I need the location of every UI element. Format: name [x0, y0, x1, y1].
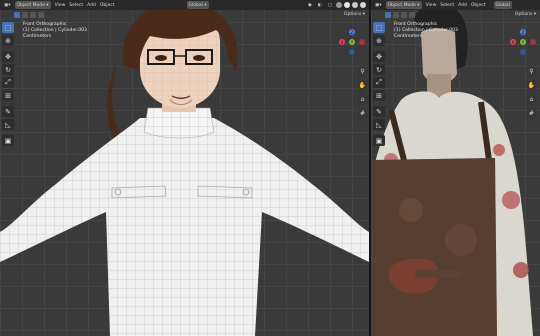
rotate-icon[interactable]: ↻	[2, 64, 14, 75]
axis-z-icon[interactable]: Z	[520, 29, 526, 35]
zoom-icon[interactable]: ⚲	[526, 66, 537, 77]
transform-icon[interactable]: ⊞	[2, 90, 14, 101]
select-mode-subtract-icon[interactable]	[401, 12, 407, 18]
menu-select[interactable]: Select	[69, 3, 83, 8]
select-box-icon[interactable]: ⬚	[2, 22, 14, 33]
mode-label: Object Mode	[16, 2, 45, 8]
camera-icon[interactable]: ⌂	[526, 94, 537, 105]
navigation-gizmo[interactable]: Z X Y	[510, 29, 536, 55]
wireframe-shading-icon[interactable]	[336, 2, 342, 8]
menu-select[interactable]: Select	[440, 3, 454, 8]
annotate-icon[interactable]: ✎	[2, 106, 14, 117]
hand-icon[interactable]: ✋	[526, 80, 537, 91]
select-mode-extend-icon[interactable]	[393, 12, 399, 18]
move-icon[interactable]: ✥	[373, 51, 385, 62]
select-mode-invert-icon[interactable]	[409, 12, 415, 18]
options-label: Options	[514, 12, 533, 17]
right-3d-viewport[interactable]: ▣▾ Object Mode ▾ View Select Add Object …	[371, 0, 540, 336]
navigation-gizmo[interactable]: Z X Y	[339, 29, 365, 55]
select-mode-extend-icon[interactable]	[22, 12, 28, 18]
transform-icon[interactable]: ⊞	[373, 90, 385, 101]
scale-icon[interactable]: ⤢	[2, 77, 14, 88]
viewport-info-text: Front Orthographic (1) Collection | Cyli…	[23, 22, 87, 40]
options-label: Options	[343, 12, 362, 17]
transform-orientation-dropdown[interactable]: Global ▾	[186, 1, 209, 9]
solid-shading-icon[interactable]	[344, 2, 350, 8]
move-icon[interactable]: ✥	[2, 51, 14, 62]
axis-z-icon[interactable]: Z	[349, 29, 355, 35]
scene-units: Centimeters	[394, 34, 423, 39]
annotate-icon[interactable]: ✎	[373, 106, 385, 117]
character-model-mesh[interactable]	[0, 0, 369, 336]
menu-view[interactable]: View	[55, 3, 66, 8]
axis-neg-z-icon[interactable]	[520, 49, 526, 55]
axis-x-icon[interactable]: X	[510, 39, 516, 45]
tool-settings-row	[14, 11, 44, 19]
select-mode-icon[interactable]	[385, 12, 391, 18]
menu-object[interactable]: Object	[100, 3, 115, 8]
transform-label: Global	[495, 2, 510, 8]
scale-icon[interactable]: ⤢	[373, 77, 385, 88]
measure-icon[interactable]: ◺	[2, 119, 14, 130]
axis-x-icon[interactable]: X	[339, 39, 345, 45]
menu-object[interactable]: Object	[471, 3, 486, 8]
select-mode-subtract-icon[interactable]	[30, 12, 36, 18]
menu-view[interactable]: View	[426, 3, 437, 8]
rendered-shading-icon[interactable]	[360, 2, 366, 8]
material-shading-icon[interactable]	[352, 2, 358, 8]
menu-add[interactable]: Add	[458, 3, 467, 8]
rotate-icon[interactable]: ↻	[373, 64, 385, 75]
options-dropdown[interactable]: Options ▾	[515, 12, 536, 17]
options-dropdown[interactable]: Options ▾	[344, 12, 365, 17]
tool-shelf: ⬚ ⊕ ✥ ↻ ⤢ ⊞ ✎ ◺ ▣	[2, 22, 16, 146]
cursor-icon[interactable]: ⊕	[373, 35, 385, 46]
menu-add[interactable]: Add	[87, 3, 96, 8]
select-box-icon[interactable]: ⬚	[373, 22, 385, 33]
scene-units: Centimeters	[23, 34, 52, 39]
navigation-buttons: ⚲ ✋ ⌂ #	[357, 66, 369, 119]
tool-settings-row	[385, 11, 415, 19]
viewport-info-text: Front Orthographic (1) Collection | Cyli…	[394, 22, 458, 40]
blender-window: ▣▾ Object Mode ▾ View Select Add Object …	[0, 0, 540, 336]
viewport-header: ▣▾ Object Mode ▾ View Select Add Object …	[371, 0, 540, 10]
zoom-icon[interactable]: ⚲	[357, 66, 368, 77]
editor-type-icon[interactable]: ▣▾	[373, 1, 384, 9]
header-right-group: ◉ ◐ ▢	[304, 0, 369, 10]
camera-icon[interactable]: ⌂	[357, 94, 368, 105]
viewport-header: ▣▾ Object Mode ▾ View Select Add Object …	[0, 0, 369, 10]
tool-shelf: ⬚ ⊕ ✥ ↻ ⤢ ⊞ ✎ ◺ ▣	[373, 22, 387, 146]
axis-y-icon[interactable]: Y	[349, 39, 355, 45]
select-mode-invert-icon[interactable]	[38, 12, 44, 18]
xray-icon[interactable]: ▢	[326, 1, 334, 9]
cursor-icon[interactable]: ⊕	[2, 35, 14, 46]
navigation-buttons: ⚲ ✋ ⌂ #	[526, 66, 538, 119]
grid-icon[interactable]: #	[357, 108, 368, 119]
transform-orientation-dropdown[interactable]: Global	[493, 1, 512, 9]
visibility-icon[interactable]: ◉	[306, 1, 314, 9]
object-mode-dropdown[interactable]: Object Mode ▾	[385, 1, 422, 9]
axis-neg-z-icon[interactable]	[349, 49, 355, 55]
hand-icon[interactable]: ✋	[357, 80, 368, 91]
mode-label: Object Mode	[387, 2, 416, 8]
overlays-icon[interactable]: ◐	[316, 1, 324, 9]
editor-type-icon[interactable]: ▣▾	[2, 1, 13, 9]
axis-neg-x-icon[interactable]	[530, 39, 536, 45]
measure-icon[interactable]: ◺	[373, 119, 385, 130]
add-cube-icon[interactable]: ▣	[2, 135, 14, 146]
axis-y-icon[interactable]: Y	[520, 39, 526, 45]
grid-icon[interactable]: #	[526, 108, 537, 119]
select-mode-icon[interactable]	[14, 12, 20, 18]
add-cube-icon[interactable]: ▣	[373, 135, 385, 146]
transform-label: Global	[188, 2, 203, 8]
object-mode-dropdown[interactable]: Object Mode ▾	[14, 1, 51, 9]
left-3d-viewport[interactable]: ▣▾ Object Mode ▾ View Select Add Object …	[0, 0, 369, 336]
axis-neg-x-icon[interactable]	[359, 39, 365, 45]
